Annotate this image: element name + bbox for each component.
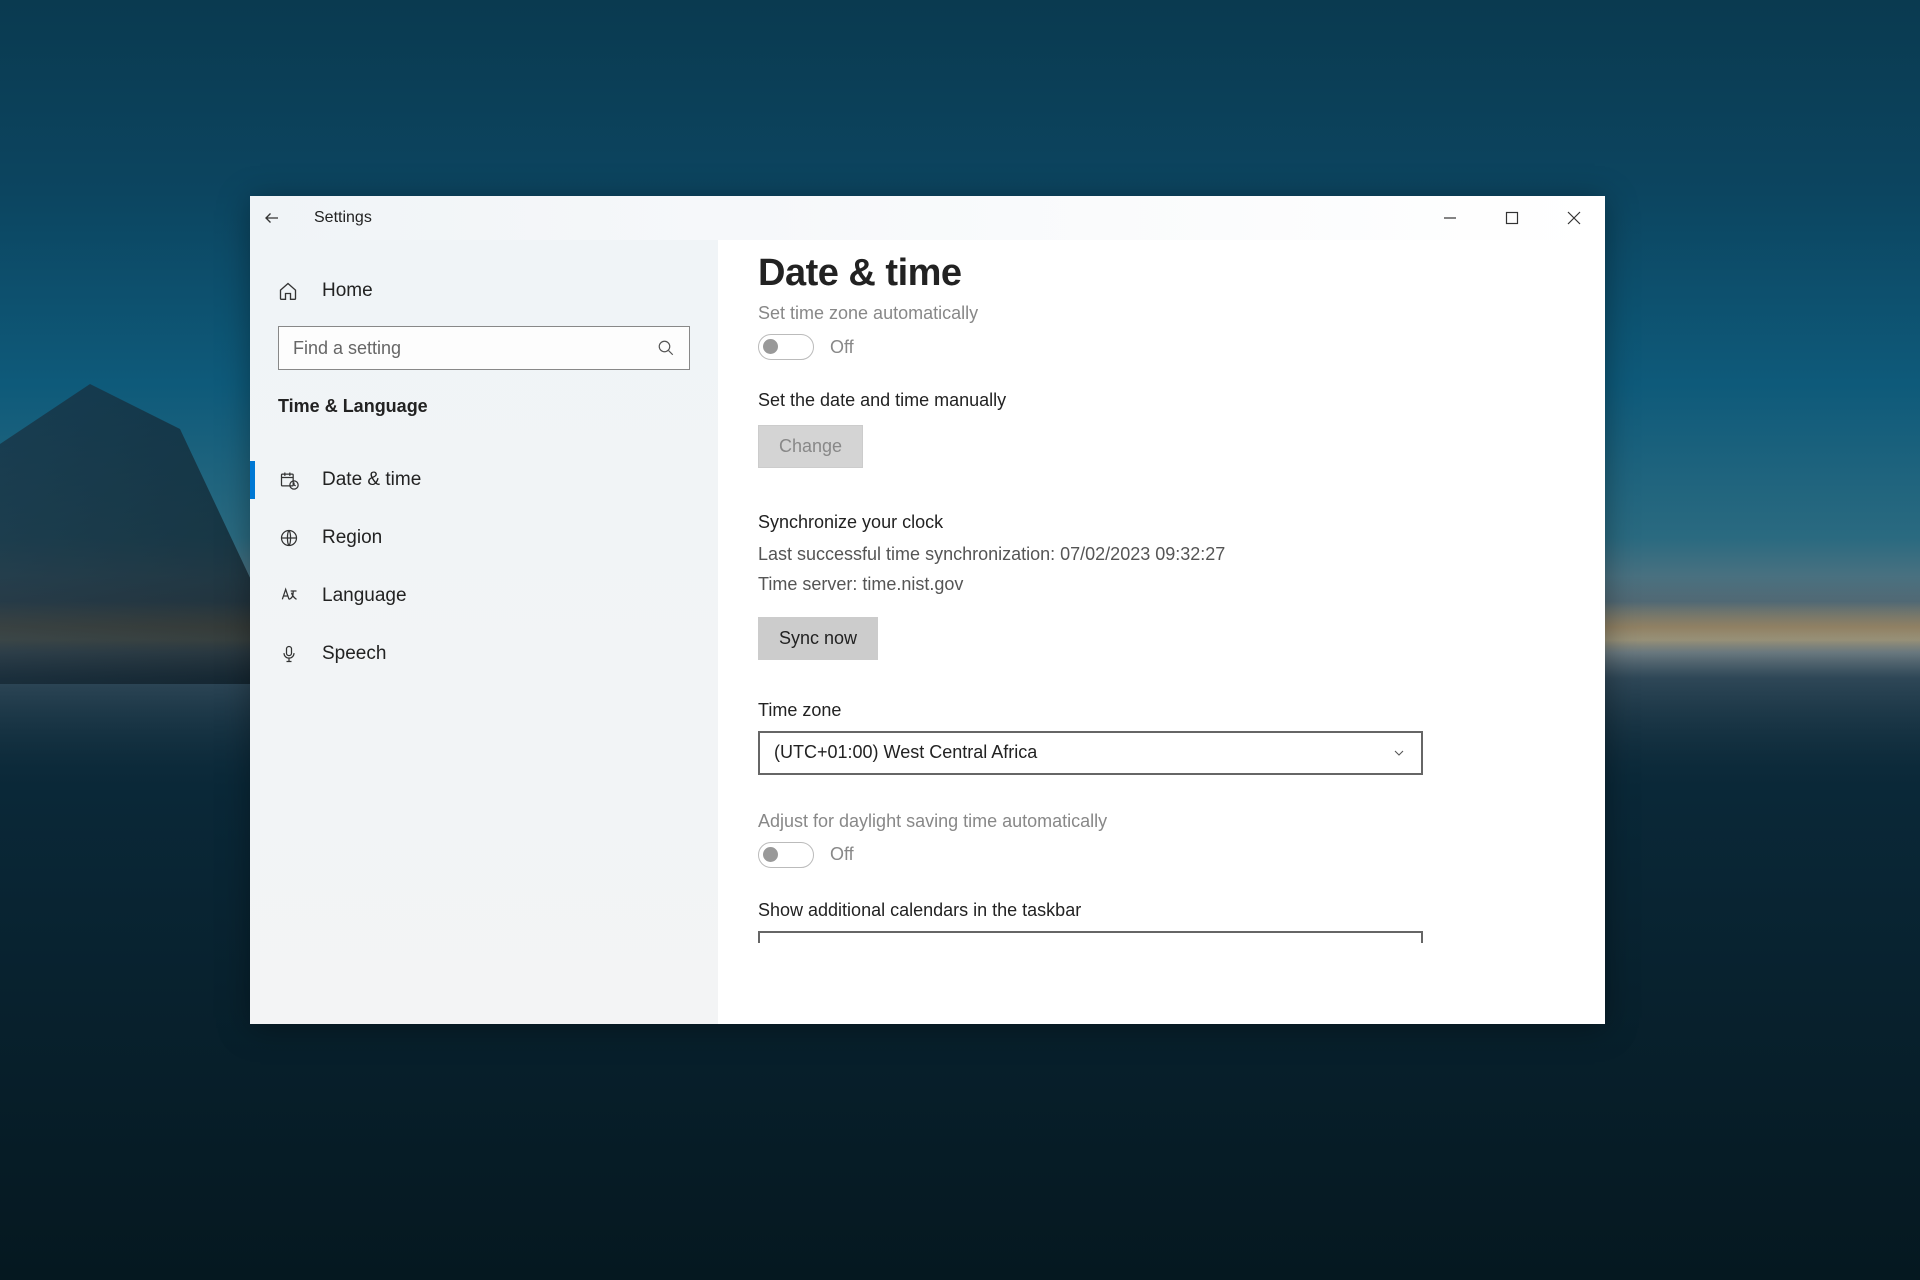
home-icon — [278, 281, 300, 301]
toggle-knob — [763, 847, 778, 862]
search-input[interactable] — [293, 338, 657, 359]
sidebar-home-label: Home — [322, 280, 373, 302]
change-datetime-button[interactable]: Change — [758, 425, 863, 468]
toggle-dst — [758, 842, 814, 868]
time-server-text: Time server: time.nist.gov — [758, 571, 1565, 599]
search-box[interactable] — [278, 326, 690, 370]
sidebar-category-label: Time & Language — [250, 396, 718, 417]
minimize-icon — [1443, 211, 1457, 225]
microphone-icon — [278, 644, 300, 664]
back-arrow-icon — [263, 209, 281, 227]
toggle-dst-state: Off — [830, 844, 854, 865]
label-manual-datetime: Set the date and time manually — [758, 390, 1565, 411]
sidebar-home[interactable]: Home — [250, 266, 718, 316]
window-title: Settings — [314, 209, 372, 227]
sidebar-item-label: Language — [322, 585, 407, 607]
maximize-icon — [1505, 211, 1519, 225]
toggle-auto-timezone — [758, 334, 814, 360]
toggle-knob — [763, 339, 778, 354]
chevron-down-icon — [1391, 745, 1407, 761]
label-auto-timezone: Set time zone automatically — [758, 303, 1565, 324]
sidebar-item-region[interactable]: Region — [250, 509, 718, 567]
calendar-clock-icon — [278, 470, 300, 490]
sidebar: Home Time & Language Date & time — [250, 240, 718, 1024]
minimize-button[interactable] — [1419, 196, 1481, 240]
titlebar: Settings — [250, 196, 1605, 240]
label-timezone: Time zone — [758, 700, 1565, 721]
label-additional-calendars: Show additional calendars in the taskbar — [758, 900, 1565, 921]
globe-icon — [278, 528, 300, 548]
last-sync-text: Last successful time synchronization: 07… — [758, 541, 1565, 569]
sync-now-button[interactable]: Sync now — [758, 617, 878, 660]
sync-heading: Synchronize your clock — [758, 512, 1565, 533]
toggle-auto-timezone-state: Off — [830, 337, 854, 358]
close-button[interactable] — [1543, 196, 1605, 240]
sidebar-item-label: Date & time — [322, 469, 421, 491]
additional-calendars-dropdown[interactable] — [758, 931, 1423, 943]
page-title: Date & time — [758, 252, 1565, 295]
content-area: Date & time Set time zone automatically … — [718, 240, 1605, 1024]
timezone-dropdown[interactable]: (UTC+01:00) West Central Africa — [758, 731, 1423, 775]
settings-window: Settings Home — [250, 196, 1605, 1024]
timezone-value: (UTC+01:00) West Central Africa — [774, 742, 1037, 763]
language-icon — [278, 586, 300, 606]
sidebar-item-language[interactable]: Language — [250, 567, 718, 625]
sidebar-item-speech[interactable]: Speech — [250, 625, 718, 683]
close-icon — [1567, 211, 1581, 225]
sidebar-item-label: Region — [322, 527, 382, 549]
back-button[interactable] — [250, 196, 294, 240]
label-dst: Adjust for daylight saving time automati… — [758, 811, 1565, 832]
maximize-button[interactable] — [1481, 196, 1543, 240]
search-icon — [657, 339, 675, 357]
sidebar-item-date-time[interactable]: Date & time — [250, 451, 718, 509]
sidebar-item-label: Speech — [322, 643, 386, 665]
